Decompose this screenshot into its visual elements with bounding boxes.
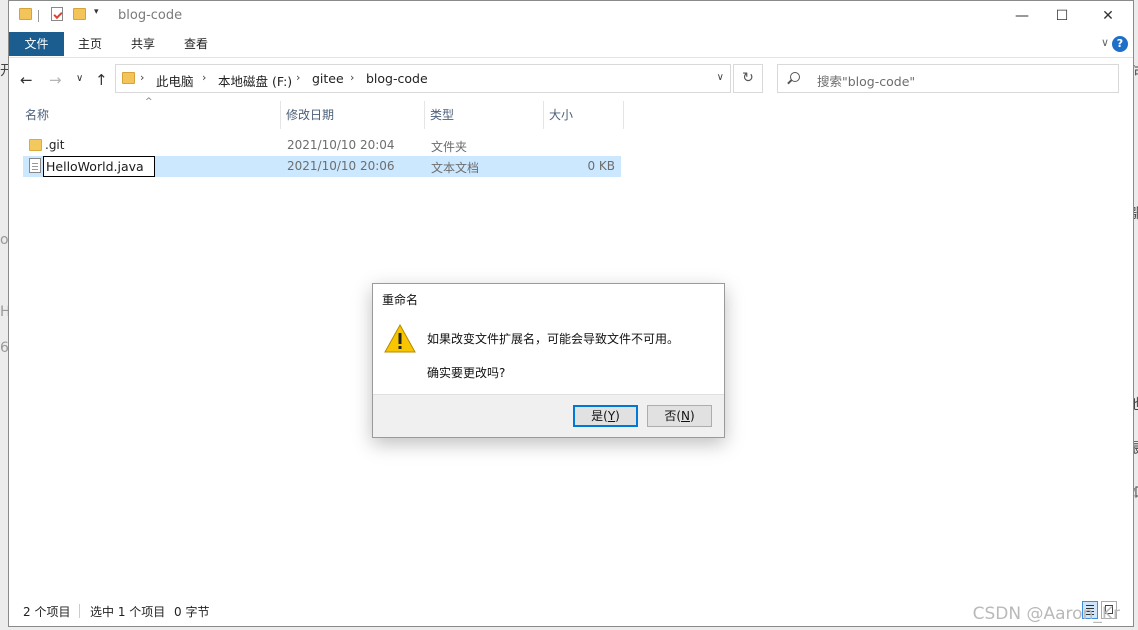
- back-button[interactable]: ←: [20, 71, 33, 89]
- refresh-button[interactable]: ↻: [733, 64, 763, 93]
- tab-share[interactable]: 共享: [122, 32, 164, 56]
- no-access-key: N: [681, 409, 690, 423]
- status-divider: [79, 604, 80, 618]
- customize-quick-access-icon[interactable]: ▾: [94, 7, 99, 17]
- no-close-paren: ): [689, 409, 695, 423]
- window-title: blog-code: [118, 8, 183, 23]
- column-header-modified[interactable]: 修改日期: [281, 101, 425, 129]
- title-bar: ▾ blog-code — ☐ ✕: [9, 1, 1133, 31]
- rename-dialog: 重命名 如果改变文件扩展名，可能会导致文件不可用。 确实要更改吗? 是(Y) 否…: [372, 283, 725, 438]
- tab-view[interactable]: 查看: [175, 32, 217, 56]
- close-button[interactable]: ✕: [1085, 1, 1131, 31]
- warning-icon: [384, 323, 416, 353]
- search-input[interactable]: 搜索"blog-code": [777, 64, 1119, 93]
- search-placeholder: 搜索"blog-code": [817, 74, 916, 89]
- file-name: .git: [45, 138, 65, 152]
- text-document-icon: [29, 158, 41, 173]
- help-icon[interactable]: ?: [1112, 36, 1128, 52]
- ribbon: 文件 主页 共享 查看 ∨ ?: [9, 31, 1133, 58]
- file-type: 文本文档: [431, 161, 480, 175]
- expand-ribbon-icon[interactable]: ∨: [1101, 36, 1109, 49]
- maximize-button[interactable]: ☐: [1039, 1, 1085, 31]
- forward-button[interactable]: →: [49, 71, 62, 89]
- breadcrumb-blog-code[interactable]: blog-code: [366, 71, 428, 86]
- no-button-label: 否(: [664, 409, 681, 423]
- dialog-question: 确实要更改吗?: [427, 366, 506, 380]
- tab-file[interactable]: 文件: [9, 32, 64, 56]
- dialog-button-bar: 是(Y) 否(N): [373, 394, 724, 437]
- yes-button[interactable]: 是(Y): [573, 405, 638, 427]
- properties-icon[interactable]: [51, 7, 63, 21]
- rename-input[interactable]: HelloWorld.java: [43, 156, 155, 177]
- status-selected-size: 0 字节: [174, 605, 210, 619]
- tab-home[interactable]: 主页: [69, 32, 111, 56]
- yes-button-label: 是(: [591, 409, 608, 423]
- breadcrumb-this-pc[interactable]: 此电脑: [156, 71, 194, 90]
- dialog-title: 重命名: [382, 293, 419, 307]
- up-button[interactable]: ↑: [95, 71, 108, 89]
- breadcrumb-separator: ›: [296, 71, 301, 84]
- recent-locations-icon[interactable]: ∨: [76, 73, 83, 84]
- breadcrumb-separator: ›: [140, 71, 145, 84]
- address-bar[interactable]: › 此电脑 › 本地磁盘 (F:) › gitee › blog-code ∨: [115, 64, 731, 93]
- address-dropdown-icon[interactable]: ∨: [717, 72, 724, 83]
- breadcrumb-gitee[interactable]: gitee: [312, 71, 344, 86]
- breadcrumb-separator: ›: [350, 71, 355, 84]
- breadcrumb-separator: ›: [202, 71, 207, 84]
- column-header-size[interactable]: 大小: [544, 101, 624, 129]
- file-row[interactable]: .git 2021/10/10 20:04 文件夹: [23, 135, 621, 156]
- status-item-count: 2 个项目: [23, 605, 71, 619]
- dialog-message: 如果改变文件扩展名，可能会导致文件不可用。: [427, 332, 680, 346]
- breadcrumb-drive[interactable]: 本地磁盘 (F:): [218, 71, 292, 90]
- column-header-name[interactable]: 名称: [20, 101, 281, 129]
- file-row-selected[interactable]: HelloWorld.java 2021/10/10 20:06 文本文档 0 …: [23, 156, 621, 177]
- navigation-bar: ← → ∨ ↑ › 此电脑 › 本地磁盘 (F:) › gitee › blog…: [9, 63, 1133, 97]
- yes-close-paren: ): [615, 409, 620, 423]
- folder-icon: [29, 139, 42, 151]
- search-icon: [790, 72, 800, 82]
- status-selected-count: 选中 1 个项目: [90, 605, 166, 619]
- folder-icon: [122, 72, 135, 84]
- file-modified: 2021/10/10 20:04: [287, 138, 395, 152]
- file-size: 0 KB: [587, 159, 615, 173]
- csdn-watermark: CSDN @Aaron_Kr: [972, 604, 1120, 624]
- no-button[interactable]: 否(N): [647, 405, 712, 427]
- new-folder-icon[interactable]: [73, 8, 86, 20]
- folder-icon: [19, 8, 32, 20]
- file-modified: 2021/10/10 20:06: [287, 159, 395, 173]
- quick-access-divider: [38, 10, 39, 22]
- column-header-type[interactable]: 类型: [425, 101, 544, 129]
- file-type: 文件夹: [431, 140, 468, 154]
